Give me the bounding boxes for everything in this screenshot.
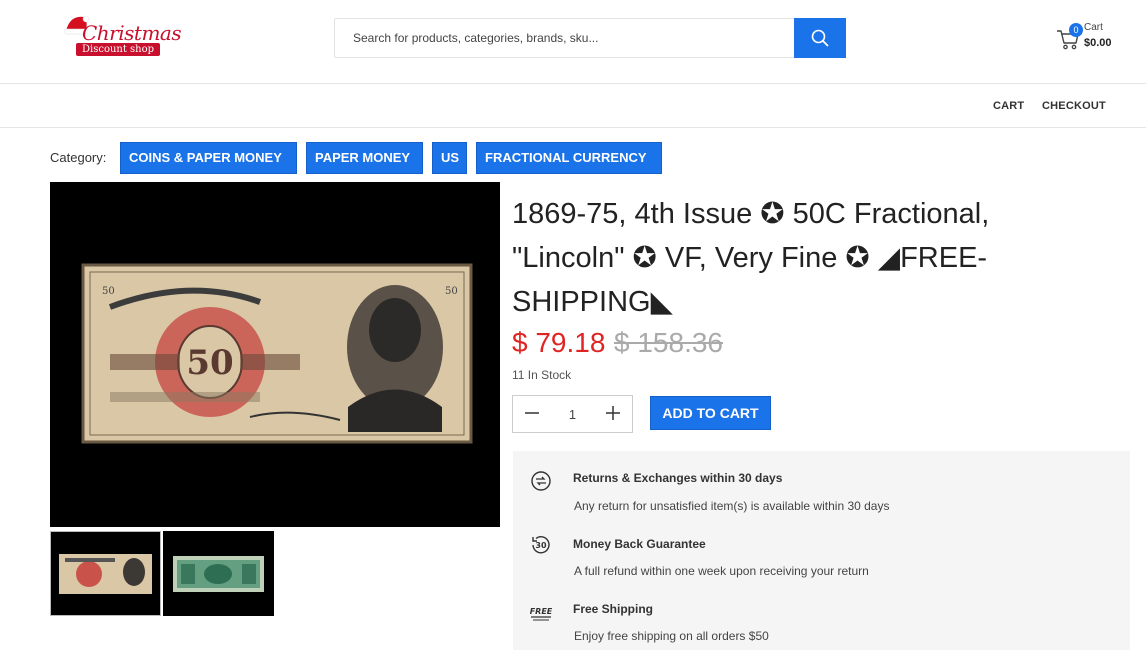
money-back-icon: 30 <box>532 536 550 554</box>
policy-title: Returns & Exchanges within 30 days <box>573 471 783 485</box>
svg-text:30: 30 <box>535 541 547 550</box>
policy-money-back: 30 Money Back Guarantee A full refund wi… <box>513 517 1130 578</box>
policy-description: Any return for unsatisfied item(s) is av… <box>574 499 890 513</box>
product-old-price: $ 158.36 <box>614 327 723 358</box>
policy-title: Money Back Guarantee <box>573 537 706 551</box>
search-icon <box>811 29 829 47</box>
product-thumbnail-back[interactable] <box>163 531 274 616</box>
minus-icon <box>525 412 539 414</box>
quantity-increase-button[interactable] <box>594 396 632 432</box>
logo-subtitle: Discount shop <box>76 43 161 56</box>
policy-title: Free Shipping <box>573 602 654 616</box>
note-front-thumb-icon <box>59 554 152 594</box>
category-pill-paper-money[interactable]: PAPER MONEY <box>306 142 423 174</box>
svg-text:FREE: FREE <box>530 607 553 616</box>
plus-icon <box>606 406 620 420</box>
nav-cart-link[interactable]: CART <box>993 100 1024 112</box>
fractional-note-front-image: 50 50 50 <box>81 263 473 444</box>
policy-returns: Returns & Exchanges within 30 days Any r… <box>513 451 1130 513</box>
site-header: Christmas Discount shop 0 Cart $0.00 <box>0 0 1146 84</box>
cart-count-badge: 0 <box>1069 23 1083 37</box>
note-back-thumb-icon <box>173 556 264 592</box>
search-bar <box>334 18 846 58</box>
search-input[interactable] <box>335 19 795 57</box>
stock-status: 11 In Stock <box>512 368 572 382</box>
svg-text:50: 50 <box>102 286 115 297</box>
quantity-stepper <box>512 395 633 433</box>
search-button[interactable] <box>794 18 846 58</box>
category-pill-fractional-currency[interactable]: FRACTIONAL CURRENCY <box>476 142 662 174</box>
category-pill-coins-paper-money[interactable]: COINS & PAPER MONEY <box>120 142 297 174</box>
header-cart[interactable]: 0 Cart $0.00 <box>1056 20 1126 56</box>
free-shipping-icon: FREE <box>530 607 553 621</box>
nav-checkout-link[interactable]: CHECKOUT <box>1042 100 1106 112</box>
policy-description: A full refund within one week upon recei… <box>574 564 869 578</box>
quantity-input[interactable] <box>551 396 594 432</box>
svg-text:50: 50 <box>186 343 233 383</box>
cart-total: $0.00 <box>1084 37 1112 49</box>
product-price: $ 79.18 <box>512 327 606 358</box>
product-title: 1869-75, 4th Issue ✪ 50C Fractional, "Li… <box>512 198 990 318</box>
policy-free-shipping: FREE Free Shipping Enjoy free shipping o… <box>513 582 1130 643</box>
category-label: Category: <box>50 150 107 165</box>
exchange-icon <box>531 471 551 491</box>
policy-description: Enjoy free shipping on all orders $50 <box>574 629 769 643</box>
store-logo[interactable]: Christmas Discount shop <box>62 11 182 59</box>
product-thumbnail-front[interactable] <box>50 531 161 616</box>
quantity-decrease-button[interactable] <box>513 396 551 432</box>
product-main-image[interactable]: 50 50 50 <box>50 182 500 527</box>
secondary-nav: CART CHECKOUT <box>0 84 1146 128</box>
add-to-cart-button[interactable]: ADD TO CART <box>650 396 771 430</box>
svg-text:50: 50 <box>445 286 458 297</box>
policies-panel: Returns & Exchanges within 30 days Any r… <box>513 451 1130 650</box>
cart-label: Cart <box>1084 22 1103 33</box>
category-pill-us[interactable]: US <box>432 142 467 174</box>
logo-title: Christmas <box>82 21 182 45</box>
